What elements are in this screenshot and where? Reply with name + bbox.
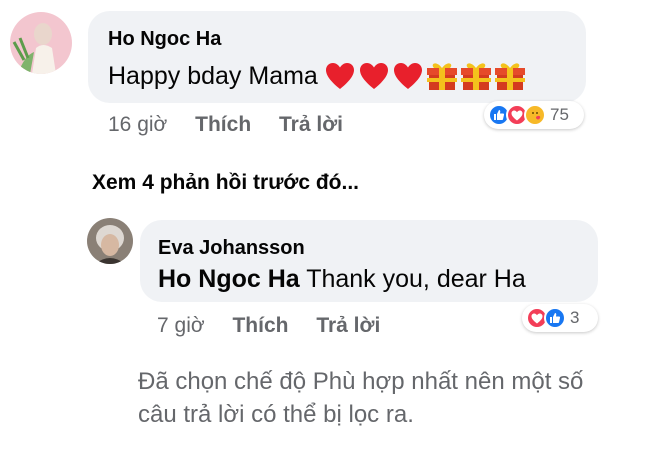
gift-emoji-1 [426,63,457,90]
reply-text: Ho Ngoc Ha Thank you, dear Ha [158,265,526,294]
gift-emoji-2 [460,63,491,90]
avatar[interactable] [87,218,133,264]
heart-emoji-2 [359,63,388,89]
reply-meta: 7 giờ Thích Trả lời [157,314,380,338]
reaction-summary[interactable]: 75 [484,101,584,129]
emoji-row [324,60,526,92]
reaction-count: 75 [550,105,569,124]
reaction-summary[interactable]: 3 [522,304,598,332]
reply-button[interactable]: Trả lời [316,314,380,337]
like-button[interactable]: Thích [232,314,288,337]
reply-button[interactable]: Trả lời [279,113,343,136]
gift-emoji-3 [494,63,525,90]
comment-text: Happy bday Mama [108,60,526,92]
reply-body: Thank you, dear Ha [306,265,526,293]
heart-emoji-3 [393,63,422,89]
mention-link[interactable]: Ho Ngoc Ha [158,265,300,293]
filter-note-line-2: câu trả lời có thể bị lọc ra. [138,401,414,428]
like-reaction-icon [544,307,566,329]
comment-time[interactable]: 16 giờ [108,113,167,136]
like-button[interactable]: Thích [195,113,251,136]
reaction-count: 3 [570,308,580,327]
comment-author[interactable]: Ho Ngoc Ha [108,28,221,51]
reply-time[interactable]: 7 giờ [157,314,205,337]
heart-emoji-1 [325,63,354,89]
view-previous-replies-link[interactable]: Xem 4 phản hồi trước đó... [92,171,359,195]
filter-note: Đã chọn chế độ Phù hợp nhất nên một số c… [138,365,583,431]
reply-author[interactable]: Eva Johansson [158,237,305,260]
care-reaction-icon [524,104,546,126]
comment-meta: 16 giờ Thích Trả lời [108,113,343,137]
filter-note-line-1: Đã chọn chế độ Phù hợp nhất nên một số [138,368,584,395]
comment-body: Happy bday Mama [108,61,318,90]
avatar[interactable] [10,12,72,74]
